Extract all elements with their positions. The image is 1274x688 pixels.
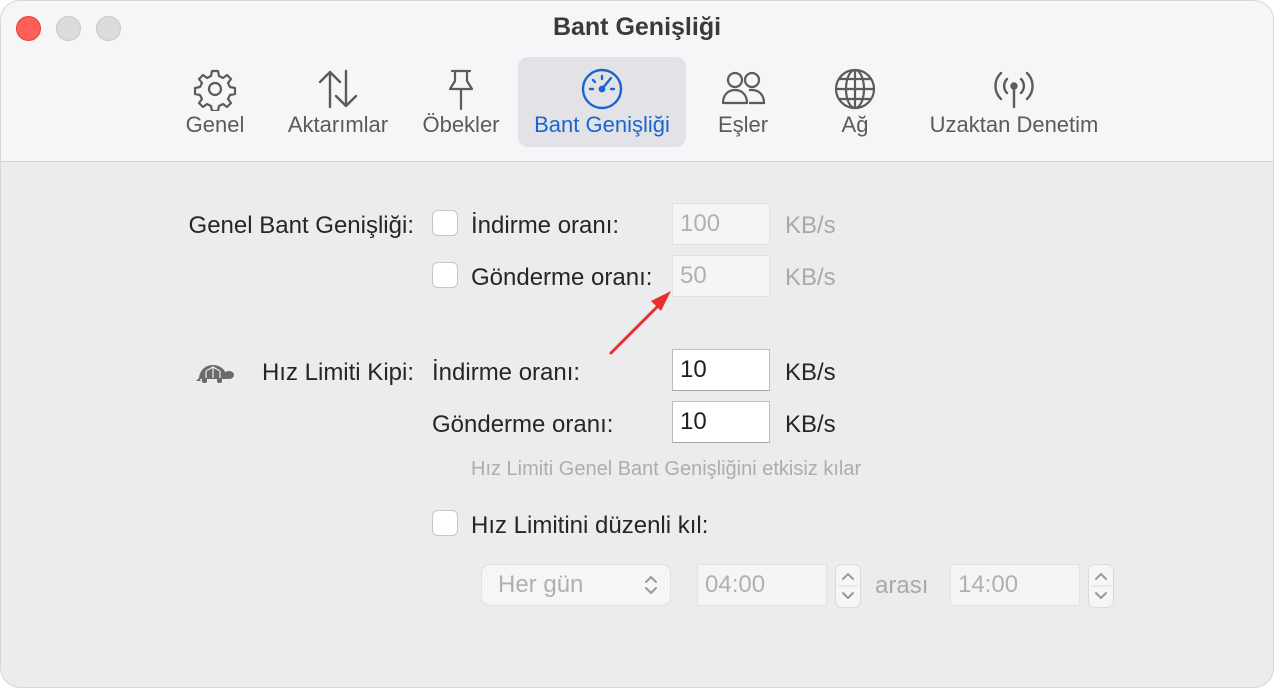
tab-label: Aktarımlar xyxy=(287,112,389,137)
stepper-arrows-icon xyxy=(1091,573,1111,599)
global-download-unit: KB/s xyxy=(785,212,836,239)
tab-uzaktan-denetim[interactable]: Uzaktan Denetim xyxy=(919,57,1109,147)
gear-icon xyxy=(193,69,237,111)
schedule-label: Hız Limitini düzenli kıl: xyxy=(471,512,709,539)
speed-download-field[interactable]: 10 xyxy=(672,349,770,391)
transfer-arrows-icon xyxy=(318,69,358,109)
speedometer-icon xyxy=(581,68,623,110)
speed-upload-unit: KB/s xyxy=(785,411,836,438)
tab-aktarimlar[interactable]: Aktarımlar xyxy=(279,57,397,147)
schedule-day-select[interactable]: Her gün xyxy=(481,564,671,606)
speed-upload-label: Gönderme oranı: xyxy=(432,411,614,438)
tab-bant-genisligi[interactable]: Bant Genişliği xyxy=(518,57,686,147)
tab-genel[interactable]: Genel xyxy=(169,57,261,147)
schedule-to-field[interactable]: 14:00 xyxy=(950,564,1080,606)
toolbar: Bant Genişliği Genel Aktarımlar Öbekler … xyxy=(1,1,1273,162)
chevron-updown-icon xyxy=(645,576,657,594)
schedule-between-label: arası xyxy=(875,572,929,599)
global-download-label: İndirme oranı: xyxy=(471,212,620,239)
speed-download-label: İndirme oranı: xyxy=(432,359,581,386)
global-upload-unit: KB/s xyxy=(785,264,836,291)
global-upload-checkbox[interactable] xyxy=(432,262,458,288)
global-bandwidth-label: Genel Bant Genişliği: xyxy=(188,212,414,239)
tab-label: Bant Genişliği xyxy=(534,112,670,137)
speed-upload-field[interactable]: 10 xyxy=(672,401,770,443)
annotation-arrow-icon xyxy=(609,291,671,355)
tab-label: Uzaktan Denetim xyxy=(929,112,1099,137)
tab-label: Öbekler xyxy=(422,112,500,137)
global-download-checkbox[interactable] xyxy=(432,210,458,236)
people-icon xyxy=(721,71,766,105)
tab-label: Eşler xyxy=(717,112,769,137)
tab-esler[interactable]: Eşler xyxy=(701,57,785,147)
window-title: Bant Genişliği xyxy=(552,13,722,41)
stepper-arrows-icon xyxy=(838,573,858,599)
schedule-from-field[interactable]: 04:00 xyxy=(697,564,827,606)
globe-icon xyxy=(834,68,876,110)
speed-download-unit: KB/s xyxy=(785,359,836,386)
tab-ag[interactable]: Ağ xyxy=(819,57,891,147)
tab-label: Genel xyxy=(185,112,245,137)
global-download-field[interactable]: 100 xyxy=(672,203,770,245)
pin-icon xyxy=(448,69,474,111)
schedule-checkbox[interactable] xyxy=(432,510,458,536)
speed-limit-label: Hız Limiti Kipi: xyxy=(261,359,414,386)
preferences-window: Bant Genişliği Genel Aktarımlar Öbekler … xyxy=(0,0,1274,688)
schedule-day-value: Her gün xyxy=(498,571,584,598)
schedule-to-stepper[interactable] xyxy=(1088,564,1114,608)
antenna-icon xyxy=(994,71,1034,109)
tab-label: Ağ xyxy=(841,112,869,137)
global-upload-field[interactable]: 50 xyxy=(672,255,770,297)
speed-limit-hint: Hız Limiti Genel Bant Genişliğini etkisi… xyxy=(471,458,862,480)
tab-obekler[interactable]: Öbekler xyxy=(413,57,509,147)
schedule-from-stepper[interactable] xyxy=(835,564,861,608)
